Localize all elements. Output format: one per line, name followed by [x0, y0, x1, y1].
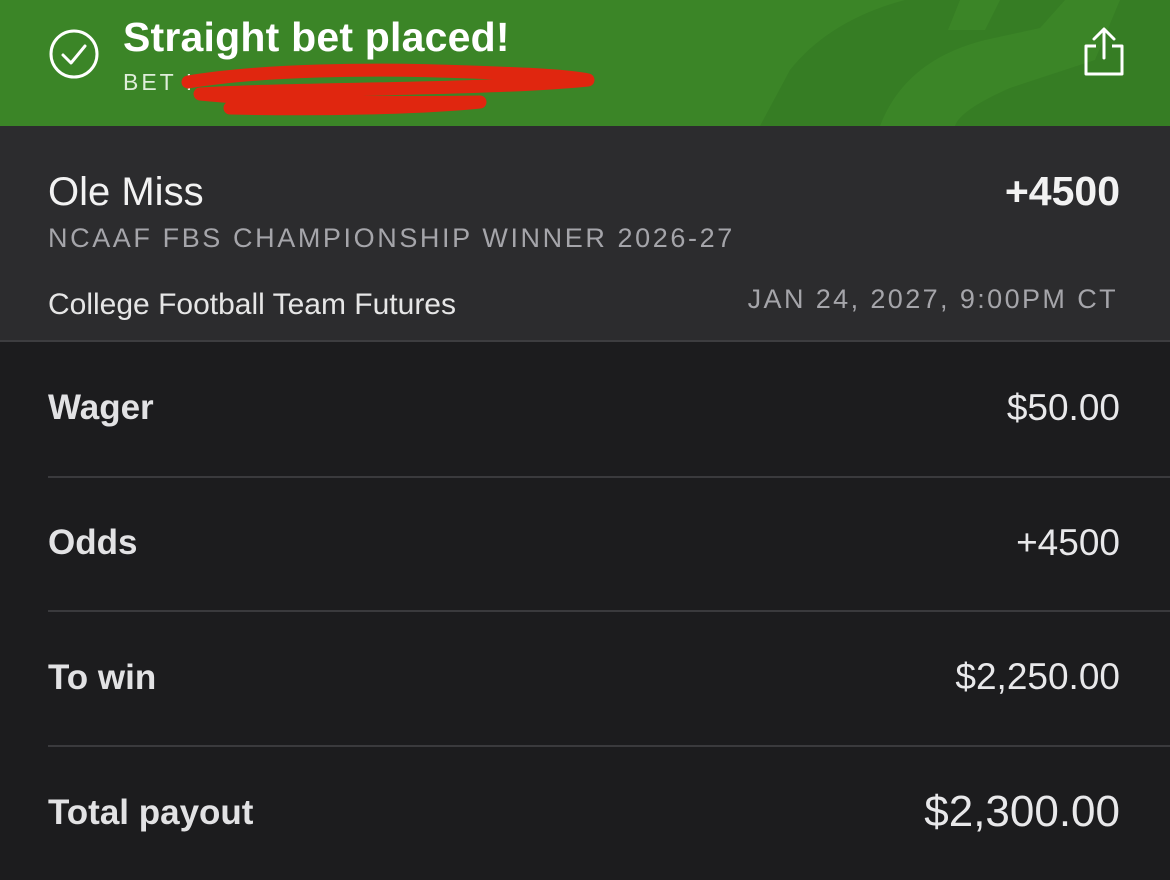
total-payout-label: Total payout [48, 793, 254, 832]
selection-category: College Football Team Futures [48, 288, 456, 321]
redaction-scribble [181, 63, 595, 116]
to-win-label: To win [48, 658, 157, 697]
odds-label: Odds [48, 523, 138, 562]
total-payout-row: Total payout $2,300.00 [48, 746, 1120, 880]
wager-value: $50.00 [1006, 387, 1120, 428]
check-circle-icon [49, 29, 99, 79]
bet-confirmation-header: Straight bet placed! BET I [0, 0, 1170, 126]
to-win-row: To win $2,250.00 [48, 611, 1120, 745]
selection-market: NCAAF FBS CHAMPIONSHIP WINNER 2026-27 [48, 223, 735, 253]
wager-label: Wager [48, 388, 154, 427]
page-title: Straight bet placed! [123, 14, 510, 60]
wager-row: Wager $50.00 [48, 342, 1120, 476]
odds-row: Odds +4500 [48, 477, 1120, 611]
selection-odds: +4500 [1004, 168, 1120, 214]
total-payout-value: $2,300.00 [924, 787, 1120, 836]
event-time: JAN 24, 2027, 9:00PM CT [747, 284, 1118, 314]
bet-selection-card: Ole Miss +4500 NCAAF FBS CHAMPIONSHIP WI… [0, 126, 1170, 342]
share-icon[interactable] [1082, 26, 1126, 78]
odds-value: +4500 [1016, 522, 1120, 563]
to-win-value: $2,250.00 [955, 656, 1120, 697]
selection-team: Ole Miss [48, 170, 204, 214]
